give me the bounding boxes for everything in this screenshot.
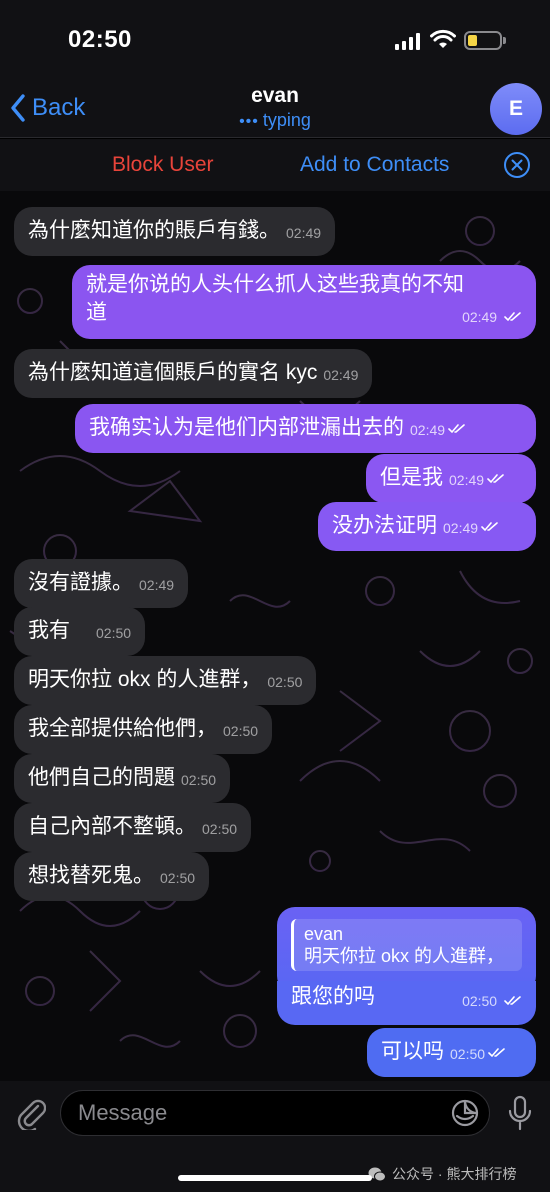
message-meta: 02:49 [462,303,522,331]
double-check-icon [488,1048,505,1058]
message-incoming[interactable]: 我有 02:50 [14,607,146,656]
message-incoming[interactable]: 為什麼知道你的賬戶有錢。 02:49 [14,207,336,256]
reply-text: 明天你拉 okx 的人進群， [304,946,505,966]
message-list[interactable]: 為什麼知道你的賬戶有錢。 02:49 就是你说的人头什么抓人这些我真的不知 道 0… [0,191,550,1081]
message-text: 跟您的吗 [291,985,375,1008]
message-time: 02:49 [449,472,485,488]
message-time: 02:49 [323,367,359,383]
message-text: 我全部提供給他們， [28,717,217,740]
battery-icon [464,31,502,50]
message-incoming[interactable]: 為什麼知道這個賬戶的實名 kyc 02:49 [14,349,373,398]
chat-header: Back evan ••• typing E [0,80,550,138]
reply-quote[interactable]: evan 明天你拉 okx 的人進群， [291,919,522,971]
message-text: 我确实认为是他们内部泄漏出去的 [89,416,404,439]
message-outgoing[interactable]: 但是我 02:49 [366,454,536,503]
contact-action-bar: Block User Add to Contacts [0,139,550,191]
watermark: 公众号 · 熊大排行榜 [368,1164,516,1184]
message-time: 02:50 [450,1046,486,1062]
message-text: 明天你拉 okx 的人進群， [28,668,262,691]
message-incoming[interactable]: 自己內部不整頓。 02:50 [14,803,252,852]
message-outgoing[interactable]: 就是你说的人头什么抓人这些我真的不知 道 02:49 [72,265,536,339]
double-check-icon [487,474,504,484]
wifi-icon [430,29,456,48]
message-text-line-2: 道 [86,301,107,324]
message-text: 他們自己的問題 [28,766,175,789]
message-text: 想找替死鬼。 [28,864,154,887]
message-time: 02:50 [96,625,132,641]
sticker-icon[interactable] [451,1099,479,1127]
message-text: 没办法证明 [332,514,437,537]
avatar-initial: E [508,97,523,120]
message-time: 02:50 [223,723,259,739]
paperclip-icon[interactable] [16,1096,46,1130]
watermark-text: 公众号 · 熊大排行榜 [392,1166,517,1182]
status-time: 02:50 [68,26,132,53]
message-outgoing-reply-body[interactable]: 跟您的吗 02:50 [277,981,536,1025]
double-check-icon [481,522,498,532]
message-time: 02:50 [181,772,217,788]
message-time: 02:49 [139,577,175,593]
message-text: 我有 [28,619,70,642]
message-text: 但是我 [380,466,443,489]
microphone-icon[interactable] [506,1095,534,1131]
message-meta: 02:50 [462,987,522,1015]
block-user-button[interactable]: Block User [112,153,214,177]
message-time: 02:49 [286,225,322,241]
message-text: 沒有證據。 [28,571,133,594]
message-outgoing[interactable]: 可以吗 02:50 [367,1028,536,1077]
composer: 公众号 · 熊大排行榜 [0,1081,550,1192]
message-text: 自己內部不整頓。 [28,815,196,838]
cellular-signal-icon [395,32,421,50]
avatar[interactable]: E [490,83,542,135]
chat-status: ••• typing [0,110,550,131]
home-indicator[interactable] [178,1175,372,1181]
typing-dots-icon: ••• [239,113,259,130]
message-time: 02:50 [267,674,303,690]
status-bar: 02:50 [0,0,550,80]
double-check-icon [448,424,465,434]
chat-title[interactable]: evan [0,84,550,108]
add-to-contacts-button[interactable]: Add to Contacts [300,153,449,177]
message-text: 為什麼知道你的賬戶有錢。 [28,219,280,242]
message-incoming[interactable]: 我全部提供給他們， 02:50 [14,705,273,754]
message-time: 02:49 [410,422,446,438]
message-time: 02:49 [443,520,479,536]
double-check-icon [504,312,521,322]
message-input[interactable] [60,1090,490,1136]
message-incoming[interactable]: 他們自己的問題 02:50 [14,754,231,803]
close-icon[interactable] [503,151,531,179]
message-outgoing[interactable]: 没办法证明 02:49 [318,502,536,551]
message-text: 可以吗 [381,1040,444,1063]
message-time: 02:49 [462,309,498,325]
message-time: 02:50 [462,993,498,1009]
message-incoming[interactable]: 想找替死鬼。 02:50 [14,852,210,901]
typing-label: typing [262,110,311,130]
message-text-line-1: 就是你说的人头什么抓人这些我真的不知 [86,273,464,296]
message-incoming[interactable]: 沒有證據。 02:49 [14,559,189,608]
message-time: 02:50 [202,821,238,837]
message-text: 為什麼知道這個賬戶的實名 kyc [28,361,318,384]
message-outgoing[interactable]: 我确实认为是他们内部泄漏出去的 02:49 [75,404,536,453]
battery-tip [503,37,506,44]
double-check-icon [504,996,521,1006]
message-incoming[interactable]: 明天你拉 okx 的人進群， 02:50 [14,656,317,705]
message-time: 02:50 [160,870,196,886]
reply-author: evan [304,924,344,944]
